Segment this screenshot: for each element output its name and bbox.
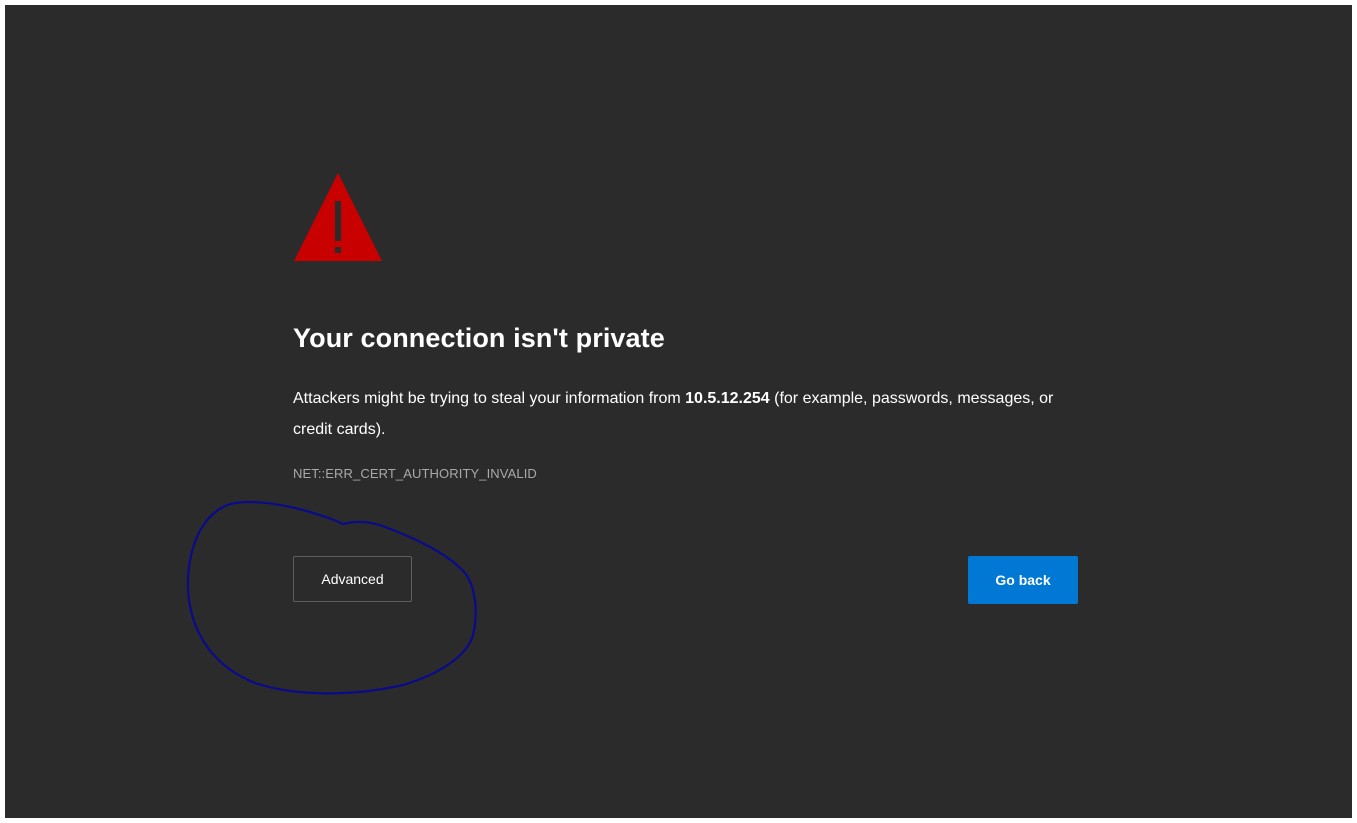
advanced-button[interactable]: Advanced [293,556,412,602]
message-prefix: Attackers might be trying to steal your … [293,390,686,407]
host-address: 10.5.12.254 [685,390,770,407]
error-message: Attackers might be trying to steal your … [293,383,1093,445]
warning-triangle-icon [294,173,382,261]
page-title: Your connection isn't private [293,323,665,353]
error-code: NET::ERR_CERT_AUTHORITY_INVALID [293,466,537,481]
error-page: Your connection isn't private Attackers … [5,5,1352,818]
go-back-button[interactable]: Go back [968,556,1078,604]
